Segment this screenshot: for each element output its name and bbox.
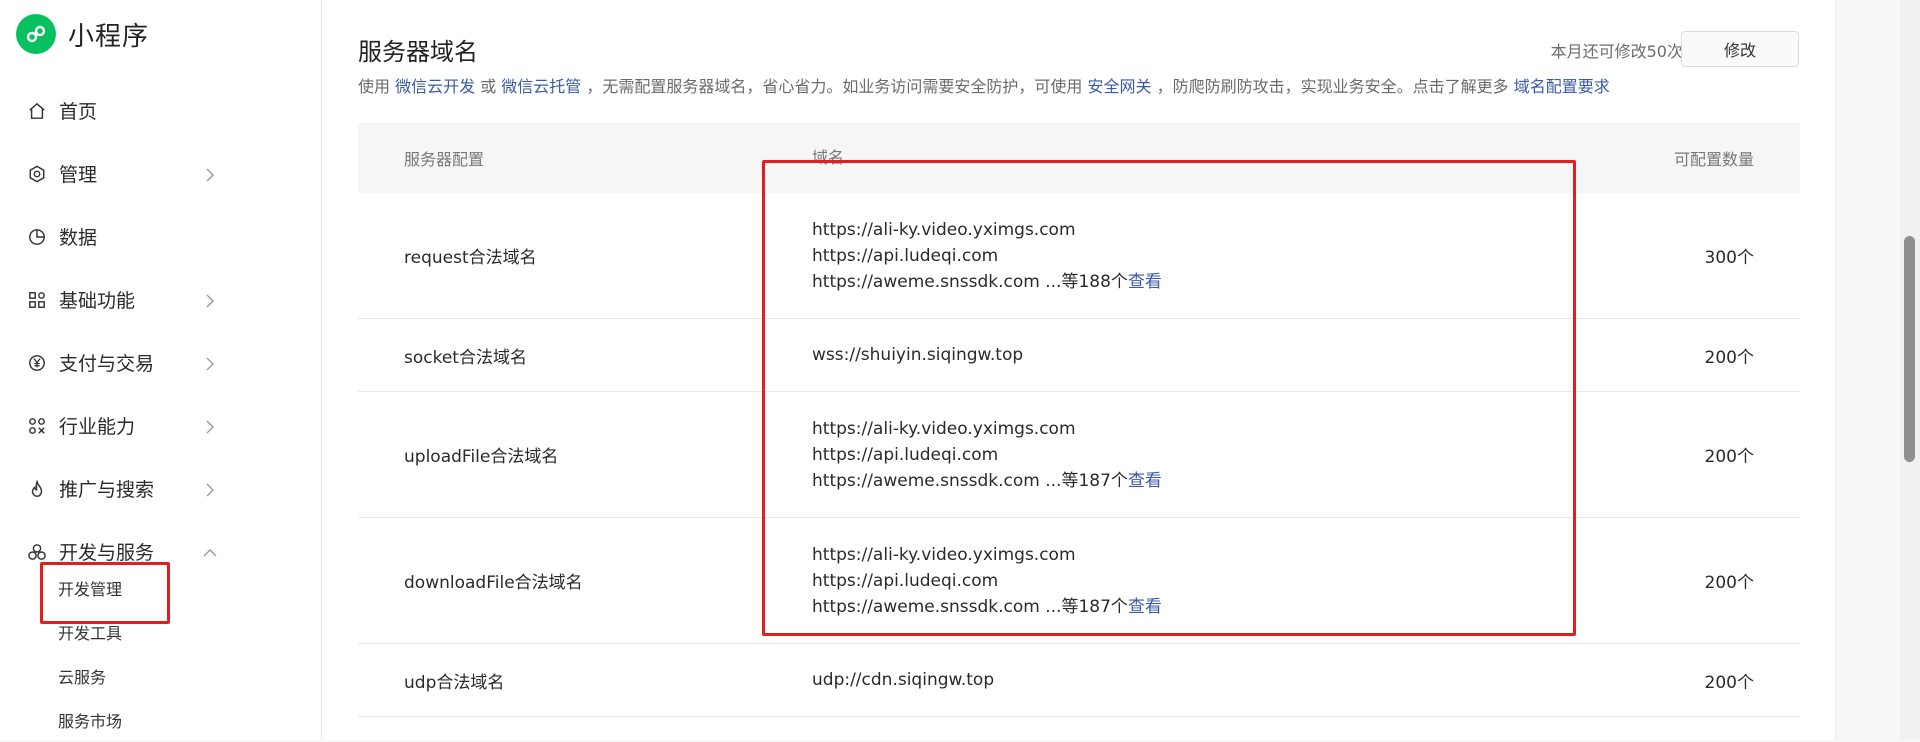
row-domain-list: wss://shuiyin.siqingw.top xyxy=(812,342,1412,368)
more-count: ...等187个 xyxy=(1045,596,1128,617)
domain-entry: https://api.ludeqi.com xyxy=(812,245,999,266)
chart-icon xyxy=(27,227,47,247)
row-config-name: udp合法域名 xyxy=(404,672,505,693)
sidebar-item-label: 管理 xyxy=(59,164,98,186)
section-title: 服务器域名 xyxy=(358,38,478,66)
sidebar-subitem-cloud-service[interactable]: 云服务 xyxy=(0,654,322,698)
desc-text: ，无需配置服务器域名，省心省力。如业务访问需要安全防护，可使用 xyxy=(581,77,1088,96)
row-domain-list: https://ali-ky.video.yximgs.com https://… xyxy=(812,542,1412,620)
more-count: ...等187个 xyxy=(1045,470,1128,491)
network-icon xyxy=(27,416,47,436)
sidebar-item-label: 推广与搜索 xyxy=(59,479,155,501)
row-config-name: request合法域名 xyxy=(404,248,537,268)
sidebar-item-basic-functions[interactable]: 基础功能 xyxy=(0,268,322,331)
column-header-config: 服务器配置 xyxy=(404,150,485,169)
link-wechat-cloud-dev[interactable]: 微信云开发 xyxy=(395,77,475,96)
sidebar-item-promotion[interactable]: 推广与搜索 xyxy=(0,457,322,520)
domain-entry: https://ali-ky.video.yximgs.com xyxy=(812,544,1076,565)
chevron-right-icon xyxy=(203,167,217,181)
scrollbar-thumb[interactable] xyxy=(1904,236,1915,462)
domain-entry: https://aweme.snssdk.com xyxy=(812,596,1040,617)
sidebar-item-data[interactable]: 数据 xyxy=(0,205,322,268)
table-row: udp合法域名 udp://cdn.siqingw.top 200个 xyxy=(358,644,1800,717)
row-count: 200个 xyxy=(1704,672,1754,693)
view-more-link[interactable]: 查看 xyxy=(1128,272,1162,292)
domain-entry: https://ali-ky.video.yximgs.com xyxy=(812,219,1076,240)
yen-icon xyxy=(27,353,47,373)
section-description: 使用 微信云开发 或 微信云托管 ，无需配置服务器域名，省心省力。如业务访问需要… xyxy=(358,73,1610,97)
domain-entry: udp://cdn.siqingw.top xyxy=(812,670,995,690)
domain-entry: https://ali-ky.video.yximgs.com xyxy=(812,418,1076,439)
desc-text: 使用 xyxy=(358,77,396,96)
settings-icon xyxy=(27,164,47,184)
chevron-right-icon xyxy=(203,356,217,370)
row-count: 200个 xyxy=(1704,573,1754,593)
view-more-link[interactable]: 查看 xyxy=(1128,597,1162,617)
chevron-right-icon xyxy=(203,293,217,307)
domain-entry: https://api.ludeqi.com xyxy=(812,570,999,591)
sidebar-item-label: 开发与服务 xyxy=(59,542,155,564)
flame-icon xyxy=(27,479,47,499)
sidebar-subitem-dev-tools[interactable]: 开发工具 xyxy=(0,610,322,654)
app-title: 小程序 xyxy=(68,21,150,52)
table-row: request合法域名 https://ali-ky.video.yximgs.… xyxy=(358,193,1800,319)
row-config-name: uploadFile合法域名 xyxy=(404,447,559,467)
sidebar-item-home[interactable]: 首页 xyxy=(0,79,322,142)
domain-entry-last: https://aweme.snssdk.com ...等187个查看 xyxy=(812,468,1412,494)
table-row: uploadFile合法域名 https://ali-ky.video.yxim… xyxy=(358,392,1800,518)
grid-icon xyxy=(27,290,47,310)
sidebar-item-manage[interactable]: 管理 xyxy=(0,142,322,205)
chevron-right-icon xyxy=(203,482,217,496)
column-header-domain: 域名 xyxy=(812,148,845,167)
table-row: socket合法域名 wss://shuiyin.siqingw.top 200… xyxy=(358,319,1800,392)
sidebar-item-label: 首页 xyxy=(59,101,98,123)
sidebar-item-label: 行业能力 xyxy=(59,416,136,438)
row-config-name: socket合法域名 xyxy=(404,347,527,368)
desc-text: ，防爬防刷防攻击，实现业务安全。点击了解更多 xyxy=(1151,77,1514,96)
row-domain-list: udp://cdn.siqingw.top xyxy=(812,667,1412,693)
chevron-up-icon xyxy=(203,545,217,559)
sidebar-item-label: 数据 xyxy=(59,227,98,249)
chevron-right-icon xyxy=(203,419,217,433)
more-count: ...等188个 xyxy=(1045,271,1128,292)
quota-text: 本月还可修改50次 xyxy=(1550,42,1683,61)
sidebar-subitem-dev-management[interactable]: 开发管理 xyxy=(0,566,322,610)
modify-button[interactable]: 修改 xyxy=(1681,31,1799,67)
miniprogram-logo-icon xyxy=(16,14,56,54)
domain-entry-last: https://aweme.snssdk.com ...等187个查看 xyxy=(812,594,1412,620)
sidebar-item-label: 支付与交易 xyxy=(59,353,155,375)
home-icon xyxy=(27,101,47,121)
row-count: 200个 xyxy=(1704,447,1754,467)
row-count: 300个 xyxy=(1704,248,1754,268)
link-domain-requirements[interactable]: 域名配置要求 xyxy=(1514,77,1610,96)
domain-entry: https://aweme.snssdk.com xyxy=(812,470,1040,491)
view-more-link[interactable]: 查看 xyxy=(1128,471,1162,491)
sidebar-item-label: 基础功能 xyxy=(59,290,136,312)
domain-entry: wss://shuiyin.siqingw.top xyxy=(812,345,1024,365)
row-count: 200个 xyxy=(1704,347,1754,368)
column-header-count: 可配置数量 xyxy=(1673,150,1754,169)
sidebar: 小程序 首页 管理 数据 基础功能 支付与交易 行业能力 推广与搜索 开发与服务… xyxy=(0,0,322,740)
domain-table: 服务器配置 域名 可配置数量 request合法域名 https://ali-k… xyxy=(358,123,1800,717)
domain-entry-last: https://aweme.snssdk.com ...等188个查看 xyxy=(812,269,1412,295)
table-row: downloadFile合法域名 https://ali-ky.video.yx… xyxy=(358,518,1800,644)
row-config-name: downloadFile合法域名 xyxy=(404,573,583,593)
brand[interactable]: 小程序 xyxy=(16,14,149,54)
desc-text: 或 xyxy=(475,77,502,96)
sidebar-subitem-service-market[interactable]: 服务市场 xyxy=(0,698,322,742)
main-panel: 服务器域名 本月还可修改50次 修改 使用 微信云开发 或 微信云托管 ，无需配… xyxy=(322,0,1836,740)
link-security-gateway[interactable]: 安全网关 xyxy=(1088,77,1152,96)
table-header: 服务器配置 域名 可配置数量 xyxy=(358,123,1800,193)
row-domain-list: https://ali-ky.video.yximgs.com https://… xyxy=(812,416,1412,494)
cluster-icon xyxy=(27,542,47,562)
sidebar-nav: 首页 管理 数据 基础功能 支付与交易 行业能力 推广与搜索 开发与服务 xyxy=(0,79,322,583)
sidebar-item-industry[interactable]: 行业能力 xyxy=(0,394,322,457)
sidebar-subnav: 开发管理 开发工具 云服务 服务市场 xyxy=(0,566,322,742)
domain-entry: https://api.ludeqi.com xyxy=(812,444,999,465)
link-wechat-cloud-hosting[interactable]: 微信云托管 xyxy=(501,77,581,96)
domain-entry: https://aweme.snssdk.com xyxy=(812,271,1040,292)
sidebar-item-payment[interactable]: 支付与交易 xyxy=(0,331,322,394)
row-domain-list: https://ali-ky.video.yximgs.com https://… xyxy=(812,217,1412,295)
